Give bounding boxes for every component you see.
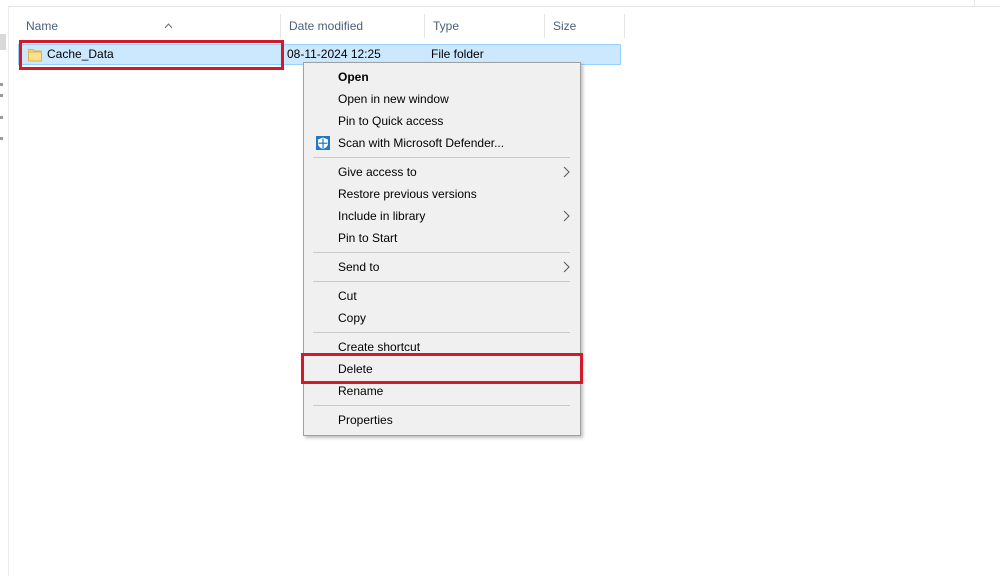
column-header-date-label: Date modified <box>289 19 364 33</box>
menu-item-pin-start-label: Pin to Start <box>338 231 398 245</box>
menu-item-include-library-label: Include in library <box>338 209 426 223</box>
menu-item-give-access[interactable]: Give access to <box>306 161 578 183</box>
menu-item-open[interactable]: Open <box>306 66 578 88</box>
menu-item-give-access-label: Give access to <box>338 165 417 179</box>
menu-item-copy-label: Copy <box>338 311 367 325</box>
menu-item-rename-label: Rename <box>338 384 384 398</box>
menu-item-delete[interactable]: Delete <box>306 358 578 380</box>
address-bar-edge <box>0 0 1000 7</box>
file-explorer-window: Name Date modified Type Size Cache_Data … <box>0 0 1000 576</box>
menu-item-open-new-window[interactable]: Open in new window <box>306 88 578 110</box>
menu-item-delete-label: Delete <box>338 362 373 376</box>
nav-pane-selected-item[interactable] <box>0 34 6 50</box>
sort-ascending-icon <box>164 23 173 29</box>
menu-item-restore-versions[interactable]: Restore previous versions <box>306 183 578 205</box>
nav-pane-tick <box>0 116 3 119</box>
menu-item-send-to[interactable]: Send to <box>306 256 578 278</box>
menu-item-scan-defender[interactable]: Scan with Microsoft Defender... <box>306 132 578 154</box>
nav-pane-tick <box>0 83 3 86</box>
defender-shield-icon <box>316 136 330 150</box>
menu-item-include-library[interactable]: Include in library <box>306 205 578 227</box>
menu-item-open-new-window-label: Open in new window <box>338 92 449 106</box>
menu-item-restore-versions-label: Restore previous versions <box>338 187 477 201</box>
menu-item-open-label: Open <box>338 70 369 84</box>
menu-item-pin-start[interactable]: Pin to Start <box>306 227 578 249</box>
menu-item-properties[interactable]: Properties <box>306 409 578 431</box>
column-header-size[interactable]: Size <box>545 14 625 38</box>
submenu-arrow-icon <box>563 261 570 273</box>
file-name[interactable]: Cache_Data <box>47 45 114 64</box>
menu-separator <box>313 157 570 158</box>
column-header-name-label: Name <box>26 19 59 33</box>
menu-item-pin-quick-access-label: Pin to Quick access <box>338 114 444 128</box>
menu-item-cut[interactable]: Cut <box>306 285 578 307</box>
nav-pane-tick <box>0 94 3 97</box>
menu-item-pin-quick-access[interactable]: Pin to Quick access <box>306 110 578 132</box>
menu-separator <box>313 405 570 406</box>
column-header-date-modified[interactable]: Date modified <box>281 14 425 38</box>
column-header-size-label: Size <box>553 19 577 33</box>
menu-item-properties-label: Properties <box>338 413 393 427</box>
context-menu: Open Open in new window Pin to Quick acc… <box>303 62 581 436</box>
submenu-arrow-icon <box>563 166 570 178</box>
column-header-name[interactable]: Name <box>18 14 281 38</box>
nav-pane-tick <box>0 137 3 140</box>
menu-item-rename[interactable]: Rename <box>306 380 578 402</box>
menu-separator <box>313 281 570 282</box>
menu-item-copy[interactable]: Copy <box>306 307 578 329</box>
menu-separator <box>313 332 570 333</box>
menu-item-scan-defender-label: Scan with Microsoft Defender... <box>338 136 505 150</box>
menu-item-send-to-label: Send to <box>338 260 380 274</box>
menu-item-create-shortcut-label: Create shortcut <box>338 340 421 354</box>
submenu-arrow-icon <box>563 210 570 222</box>
folder-icon <box>28 49 42 62</box>
menu-item-cut-label: Cut <box>338 289 357 303</box>
column-header-type[interactable]: Type <box>425 14 545 38</box>
column-header-type-label: Type <box>433 19 460 33</box>
window-scrollbar-edge <box>974 0 1000 6</box>
menu-item-create-shortcut[interactable]: Create shortcut <box>306 336 578 358</box>
menu-separator <box>313 252 570 253</box>
navigation-pane[interactable] <box>0 6 9 576</box>
